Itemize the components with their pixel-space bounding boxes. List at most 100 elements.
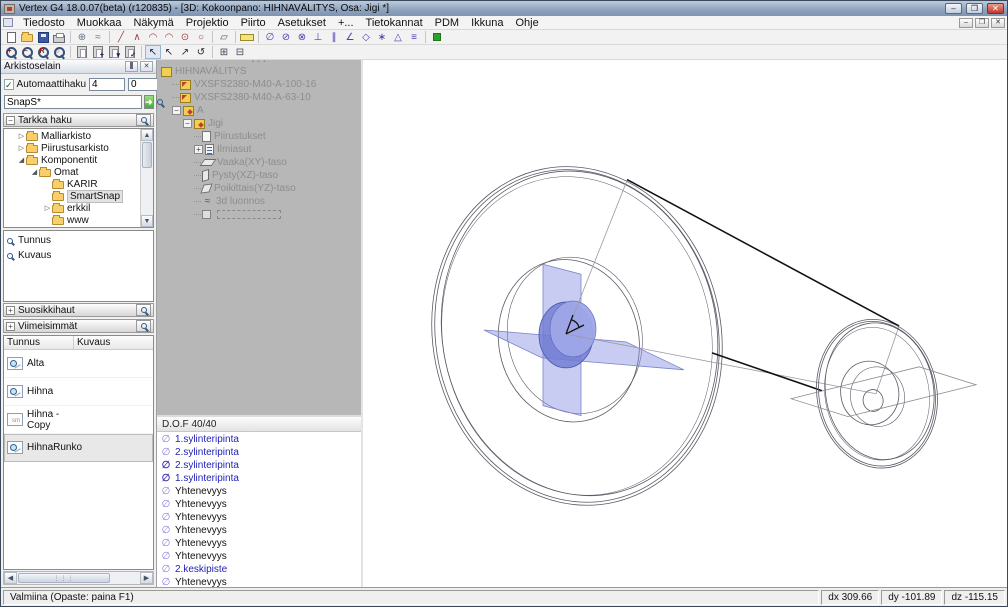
dof-item[interactable]: ∅2.keskipiste: [157, 563, 361, 576]
model-tree-item-hihnav-litys[interactable]: HIHNAVÄLITYS: [159, 65, 361, 78]
tree-expander-icon[interactable]: +: [194, 145, 203, 154]
constraint-concentric-button[interactable]: ⊘: [278, 30, 294, 44]
scrollbar-thumb[interactable]: ⋮⋮⋮: [18, 573, 110, 583]
model-tree-item-piirustukset[interactable]: Piirustukset: [159, 130, 361, 143]
archive-tree-item-malliarkisto[interactable]: ▷Malliarkisto: [4, 130, 140, 142]
menu-item-piirto[interactable]: Piirto: [235, 16, 272, 30]
constraint-tangent-button[interactable]: ⊗: [294, 30, 310, 44]
dof-item[interactable]: ∅Yhtenevyys: [157, 511, 361, 524]
archive-tree-scrollbar[interactable]: ▲ ▼: [140, 129, 153, 227]
constraint-angle-button[interactable]: ∠: [342, 30, 358, 44]
constraint-fix-button[interactable]: ∗: [374, 30, 390, 44]
recent-item-alta[interactable]: Alta: [4, 350, 153, 378]
zoom-out-button[interactable]: −: [19, 45, 35, 59]
menu-item--[interactable]: +...: [332, 16, 360, 30]
draw-arc-button[interactable]: ◠: [145, 30, 161, 44]
restore-button[interactable]: ❐: [966, 3, 983, 14]
menu-item-ohje[interactable]: Ohje: [510, 16, 545, 30]
document-icon[interactable]: [3, 18, 13, 27]
menu-item-tietokannat[interactable]: Tietokannat: [360, 16, 429, 30]
dof-item[interactable]: ∅Yhtenevyys: [157, 498, 361, 511]
constraint-symmetry-button[interactable]: △: [390, 30, 406, 44]
scrollbar-thumb[interactable]: [142, 142, 152, 168]
archive-tree-item-komponentit[interactable]: ◢Komponentit: [4, 154, 140, 166]
apply-button[interactable]: [429, 30, 445, 44]
3d-viewport[interactable]: [363, 60, 1007, 587]
model-tree-item-poikittais(yz)-taso[interactable]: Poikittais(YZ)-taso: [159, 182, 361, 195]
archive-tree-item-smartsnap[interactable]: SmartSnap: [4, 190, 140, 202]
model-tree-item-vxsfs2380-m40-a-63-10[interactable]: VXSFS2380-M40-A-63-10: [159, 91, 361, 104]
tree-expander-icon[interactable]: −: [183, 119, 192, 128]
zoom-all-button[interactable]: ○: [51, 45, 67, 59]
scroll-down-icon[interactable]: ▼: [141, 215, 153, 227]
draw-arc-3pt-button[interactable]: ◠: [161, 30, 177, 44]
tree-expander-icon[interactable]: ◢: [30, 168, 39, 176]
insert-link-button[interactable]: ≈: [90, 30, 106, 44]
menu-item-asetukset[interactable]: Asetukset: [272, 16, 332, 30]
minimize-button[interactable]: –: [945, 3, 962, 14]
add-component-button[interactable]: ⊕: [74, 30, 90, 44]
print-button[interactable]: [51, 30, 67, 44]
column-header-tunnus[interactable]: Tunnus: [4, 336, 74, 349]
recent-item-hihna-copy[interactable]: Hihna - Copy: [4, 406, 153, 434]
column-header-kuvaus[interactable]: Kuvaus: [74, 336, 153, 349]
copy-append-button[interactable]: +: [90, 45, 106, 59]
pin-icon[interactable]: [125, 61, 138, 72]
menu-item-n-kym-[interactable]: Näkymä: [127, 16, 179, 30]
collapse-icon[interactable]: −: [6, 116, 15, 125]
select-add-button[interactable]: ↖: [161, 45, 177, 59]
archive-tree-item-www[interactable]: www: [4, 214, 140, 226]
child-minimize-button[interactable]: –: [959, 18, 973, 28]
constraint-parallel-button[interactable]: ∥: [326, 30, 342, 44]
tree-expander-icon[interactable]: −: [172, 106, 181, 115]
scroll-right-icon[interactable]: ▶: [140, 572, 153, 584]
advanced-search-header[interactable]: − Tarkka haku: [3, 113, 154, 127]
autosearch-checkbox[interactable]: ✓: [4, 79, 14, 90]
scroll-up-icon[interactable]: ▲: [141, 129, 153, 141]
save-button[interactable]: [35, 30, 51, 44]
open-button[interactable]: [19, 30, 35, 44]
constraint-perpendicular-button[interactable]: ⊥: [310, 30, 326, 44]
tree-expander-icon[interactable]: ▷: [17, 144, 26, 152]
paste-button[interactable]: ▾: [106, 45, 122, 59]
archive-horizontal-scrollbar[interactable]: ◀ ⋮⋮⋮ ▶: [3, 571, 154, 585]
close-button[interactable]: ✕: [987, 3, 1004, 14]
search-input[interactable]: [4, 95, 142, 109]
tree-expander-icon[interactable]: ▷: [43, 204, 52, 212]
dof-item[interactable]: ∅2.sylinteripinta: [157, 446, 361, 459]
draw-line-button[interactable]: ╱: [113, 30, 129, 44]
draw-polyline-button[interactable]: ∧: [129, 30, 145, 44]
model-tree-item-vaaka(xy)-taso[interactable]: Vaaka(XY)-taso: [159, 156, 361, 169]
dof-item[interactable]: ∅Yhtenevyys: [157, 524, 361, 537]
paste-special-button[interactable]: ✓: [122, 45, 138, 59]
zoom-previous-button[interactable]: R: [35, 45, 51, 59]
close-panel-icon[interactable]: ✕: [140, 61, 153, 72]
model-tree-item-vxsfs2380-m40-a-100-16[interactable]: VXSFS2380-M40-A-100-16: [159, 78, 361, 91]
dof-item[interactable]: ∅1.sylinteripinta: [157, 472, 361, 485]
model-tree-item-placeholder[interactable]: [159, 208, 361, 221]
model-tree-item-jigi[interactable]: −Jigi: [159, 117, 361, 130]
dof-item[interactable]: ∅Yhtenevyys: [157, 550, 361, 563]
constraint-coincident-button[interactable]: ∅: [262, 30, 278, 44]
archive-tree-item-karir[interactable]: KARIR: [4, 178, 140, 190]
dof-item[interactable]: ∅1.sylinteripinta: [157, 433, 361, 446]
dof-item[interactable]: ∅Yhtenevyys: [157, 576, 361, 587]
model-tree-item-a[interactable]: −A: [159, 104, 361, 117]
advanced-search-magnifier[interactable]: [136, 114, 151, 126]
select-element-button[interactable]: ↗: [177, 45, 193, 59]
dof-item[interactable]: ∅Yhtenevyys: [157, 537, 361, 550]
select-previous-button[interactable]: ↺: [193, 45, 209, 59]
attach-window-button[interactable]: ⊞: [216, 45, 232, 59]
recent-magnifier[interactable]: [136, 320, 151, 332]
constraint-pattern-button[interactable]: ≡: [406, 30, 422, 44]
work-plane-button[interactable]: ▱: [216, 30, 232, 44]
dof-item[interactable]: ∅2.sylinteripinta: [157, 459, 361, 472]
archive-tree-item-omat[interactable]: ◢Omat: [4, 166, 140, 178]
search-go-button[interactable]: ➜: [144, 95, 154, 109]
dimension-button[interactable]: [239, 30, 255, 44]
menu-item-pdm[interactable]: PDM: [429, 16, 465, 30]
model-tree-item-3d-luonnos[interactable]: ≈3d luonnos: [159, 195, 361, 208]
child-close-button[interactable]: ✕: [991, 18, 1005, 28]
archive-tree-item-piirustusarkisto[interactable]: ▷Piirustusarkisto: [4, 142, 140, 154]
model-tree-item-ilmiasut[interactable]: +Ilmiasut: [159, 143, 361, 156]
